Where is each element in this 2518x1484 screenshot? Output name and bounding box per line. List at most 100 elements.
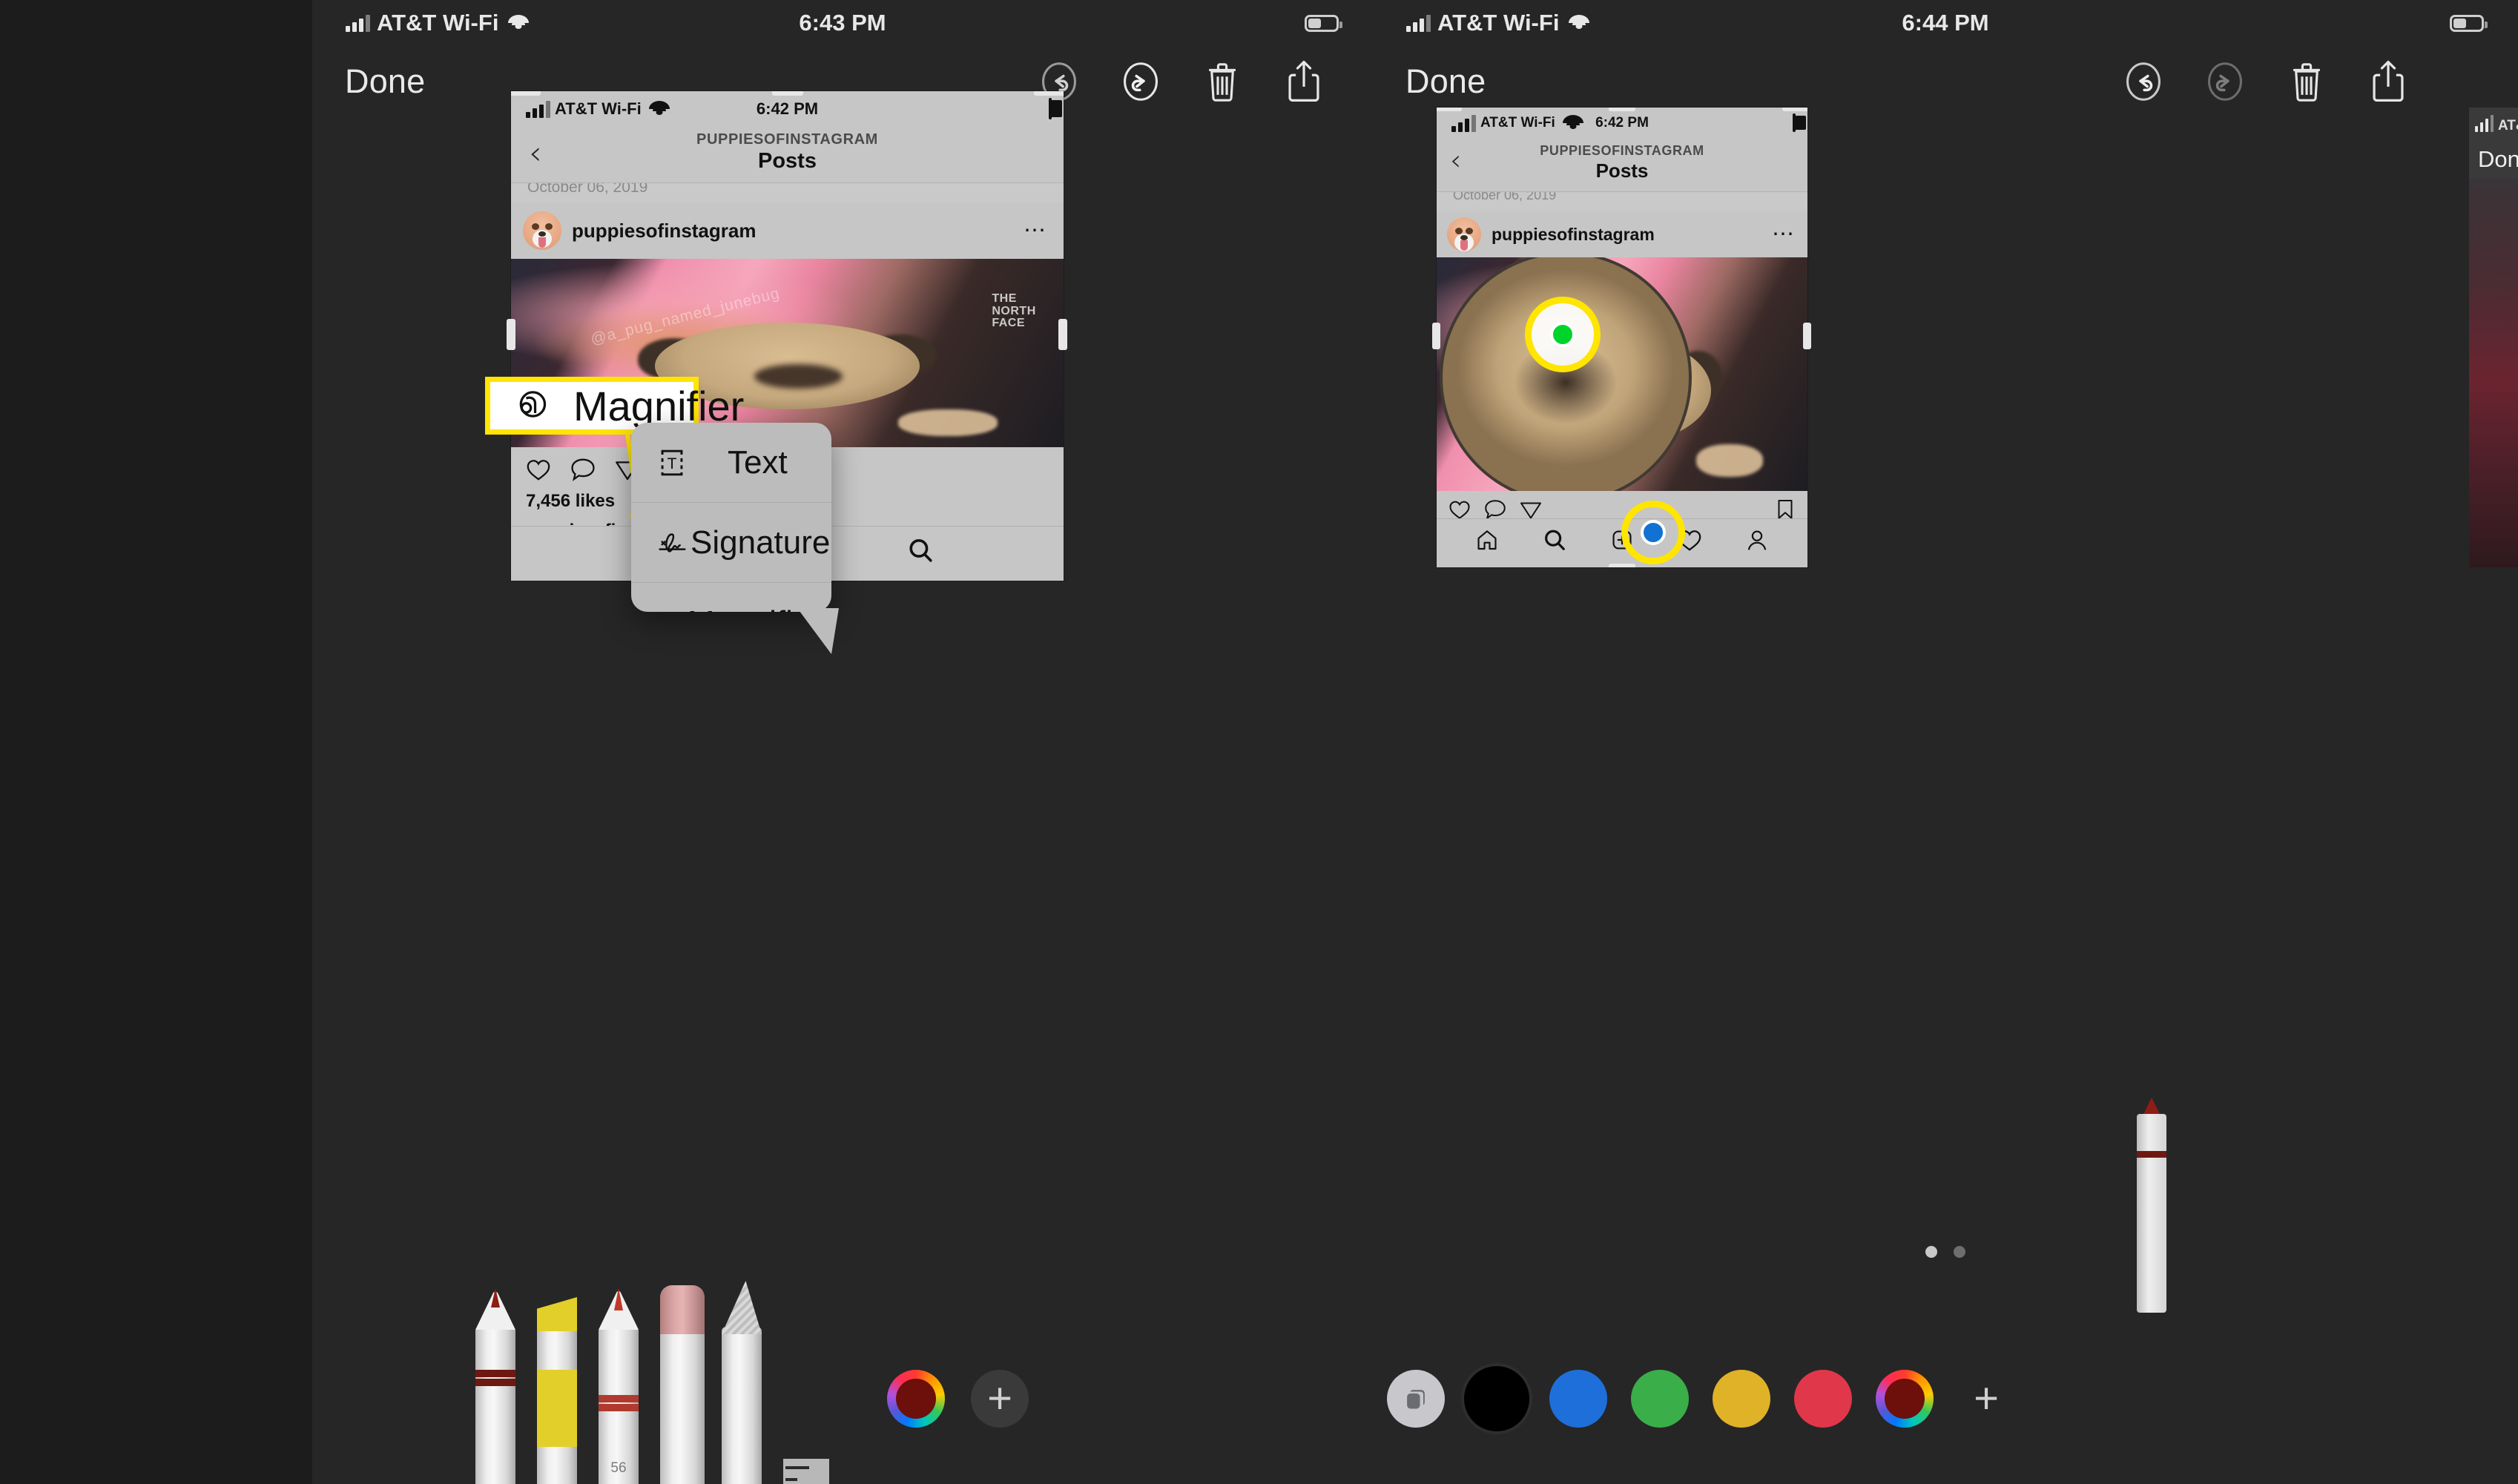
next-page-preview[interactable]: AT& Don <box>2469 108 2518 567</box>
signature-icon <box>656 527 691 558</box>
ellipsis-icon[interactable]: ⋯ <box>1772 223 1796 245</box>
color-wheel[interactable] <box>1876 1370 1934 1428</box>
home-icon[interactable] <box>1474 528 1500 555</box>
magnifier-tool-icon <box>656 607 688 612</box>
menu-label: Signature <box>691 524 831 561</box>
person-icon[interactable] <box>1744 528 1770 555</box>
menu-item-text[interactable]: T Text <box>631 423 831 503</box>
resize-handle-top-left[interactable] <box>1437 108 1462 111</box>
markup-screen-right: AT&T Wi-Fi 6:44 PM Done AT&T Wi-Fi 6:42 … <box>1373 0 2518 1484</box>
highlighter-tool[interactable] <box>537 1297 577 1484</box>
post-date: October 06, 2019 <box>1453 192 1557 202</box>
chevron-left-icon[interactable]: ‹ <box>1450 146 1461 174</box>
status-time: 6:42 PM <box>1595 115 1649 131</box>
avatar[interactable] <box>1447 217 1481 251</box>
resize-handle-top-center[interactable] <box>771 91 803 96</box>
status-time: 6:44 PM <box>1902 10 1989 36</box>
left-gutter <box>0 0 312 1484</box>
post-header: puppiesofinstagram ⋯ <box>511 202 1064 259</box>
status-time: 6:43 PM <box>799 10 886 36</box>
lasso-tool[interactable] <box>722 1281 762 1484</box>
battery-icon <box>1305 14 1342 32</box>
chevron-left-icon[interactable]: ‹ <box>529 137 542 170</box>
done-partial: Don <box>2478 146 2518 172</box>
markup-color-palette: + <box>1373 1291 2518 1484</box>
avatar[interactable] <box>523 211 561 250</box>
pen-tool-peek[interactable] <box>2137 1098 2166 1313</box>
resize-handle-top-center[interactable] <box>1609 108 1635 111</box>
page-indicator <box>1373 1246 2518 1258</box>
resize-handle-top-left[interactable] <box>511 91 541 96</box>
magnifier-size-handle[interactable] <box>1525 297 1601 372</box>
screenshot-canvas-right[interactable]: AT&T Wi-Fi 6:42 PM ‹ PUPPIESOFINSTAGRAM … <box>1437 108 1807 567</box>
share-icon[interactable] <box>1263 52 1345 111</box>
magnifier-zoom-handle[interactable] <box>1621 501 1685 564</box>
done-button[interactable]: Done <box>1405 62 1486 101</box>
resize-handle-left-middle[interactable] <box>507 319 515 350</box>
swatch-copy-color[interactable] <box>1387 1370 1445 1428</box>
markup-screen-left: AT&T Wi-Fi 6:43 PM Done AT&T Wi-Fi 6:42 … <box>312 0 1373 1484</box>
redo-icon[interactable] <box>2184 52 2266 111</box>
add-color-button[interactable]: + <box>971 1370 1029 1428</box>
trash-icon[interactable] <box>1181 52 1263 111</box>
resize-handle-right-middle[interactable] <box>1058 319 1067 350</box>
share-icon[interactable] <box>2347 52 2429 111</box>
swatch-black[interactable] <box>1468 1370 1526 1428</box>
cellular-bars-icon <box>2475 115 2494 132</box>
heart-icon[interactable] <box>526 458 551 485</box>
swatch-yellow[interactable] <box>1713 1370 1770 1428</box>
markup-pen-tray-left: 56 + <box>312 1281 1373 1484</box>
post-username[interactable]: puppiesofinstagram <box>572 220 756 243</box>
add-color-button[interactable]: + <box>1957 1370 2015 1428</box>
resize-handle-left-middle[interactable] <box>1432 323 1440 349</box>
magnifier-lens[interactable] <box>1440 257 1692 491</box>
ig-status-bar: AT&T Wi-Fi 6:42 PM <box>511 91 1064 127</box>
ig-status-bar: AT&T Wi-Fi 6:42 PM <box>1437 108 1807 139</box>
post-date: October 06, 2019 <box>527 183 648 196</box>
swatch-blue[interactable] <box>1549 1370 1607 1428</box>
search-icon[interactable] <box>1542 528 1567 555</box>
battery-icon <box>1793 113 1806 132</box>
markup-toolbar-right: Done <box>1373 46 2518 116</box>
resize-handle-top-right[interactable] <box>1034 91 1064 96</box>
pen-tool[interactable] <box>475 1288 515 1484</box>
comment-icon[interactable] <box>570 458 596 485</box>
post-username[interactable]: puppiesofinstagram <box>1492 225 1655 245</box>
page-dot-2[interactable] <box>1954 1246 1965 1258</box>
marker-size-badge: 56 <box>610 1460 627 1476</box>
instagram-nav: ‹ PUPPIESOFINSTAGRAM Posts <box>511 127 1064 183</box>
ellipsis-icon[interactable]: ⋯ <box>1024 220 1047 242</box>
magnifier-tool-icon <box>513 386 548 426</box>
eraser-tool[interactable] <box>660 1285 705 1484</box>
swatch-green[interactable] <box>1631 1370 1689 1428</box>
menu-label: Text <box>728 443 788 481</box>
ios-status-bar-left: AT&T Wi-Fi 6:43 PM <box>312 0 1373 46</box>
text-box-icon: T <box>656 447 728 478</box>
marker-tool[interactable]: 56 <box>599 1288 639 1484</box>
menu-item-signature[interactable]: Signature <box>631 503 831 583</box>
search-icon[interactable] <box>906 537 935 567</box>
color-wheel[interactable] <box>887 1370 945 1428</box>
plus-icon: + <box>987 1374 1012 1422</box>
battery-icon <box>1049 98 1062 119</box>
resize-handle-bottom-center[interactable] <box>1609 564 1635 567</box>
status-time: 6:42 PM <box>756 99 819 118</box>
done-button[interactable]: Done <box>345 62 425 101</box>
ios-status-bar-right: AT&T Wi-Fi 6:44 PM <box>1373 0 2518 46</box>
page-dot-1[interactable] <box>1925 1246 1937 1258</box>
swatch-red[interactable] <box>1794 1370 1852 1428</box>
carrier-partial: AT& <box>2498 118 2518 133</box>
resize-handle-right-middle[interactable] <box>1803 323 1811 349</box>
post-header: puppiesofinstagram ⋯ <box>1437 211 1807 257</box>
post-photo <box>1437 257 1807 491</box>
redo-icon[interactable] <box>1100 52 1181 111</box>
brand-text: THE NORTH FACE <box>992 291 1036 330</box>
trash-icon[interactable] <box>2266 52 2347 111</box>
undo-icon[interactable] <box>2103 52 2184 111</box>
profile-handle: PUPPIESOFINSTAGRAM <box>696 131 878 148</box>
plus-icon: + <box>1974 1374 1999 1422</box>
resize-handle-top-right[interactable] <box>1782 108 1807 111</box>
markup-tools-menu: T Text Signature Magnifier <box>631 423 831 612</box>
instagram-nav: ‹ PUPPIESOFINSTAGRAM Posts <box>1437 139 1807 192</box>
profile-handle: PUPPIESOFINSTAGRAM <box>1540 143 1704 158</box>
